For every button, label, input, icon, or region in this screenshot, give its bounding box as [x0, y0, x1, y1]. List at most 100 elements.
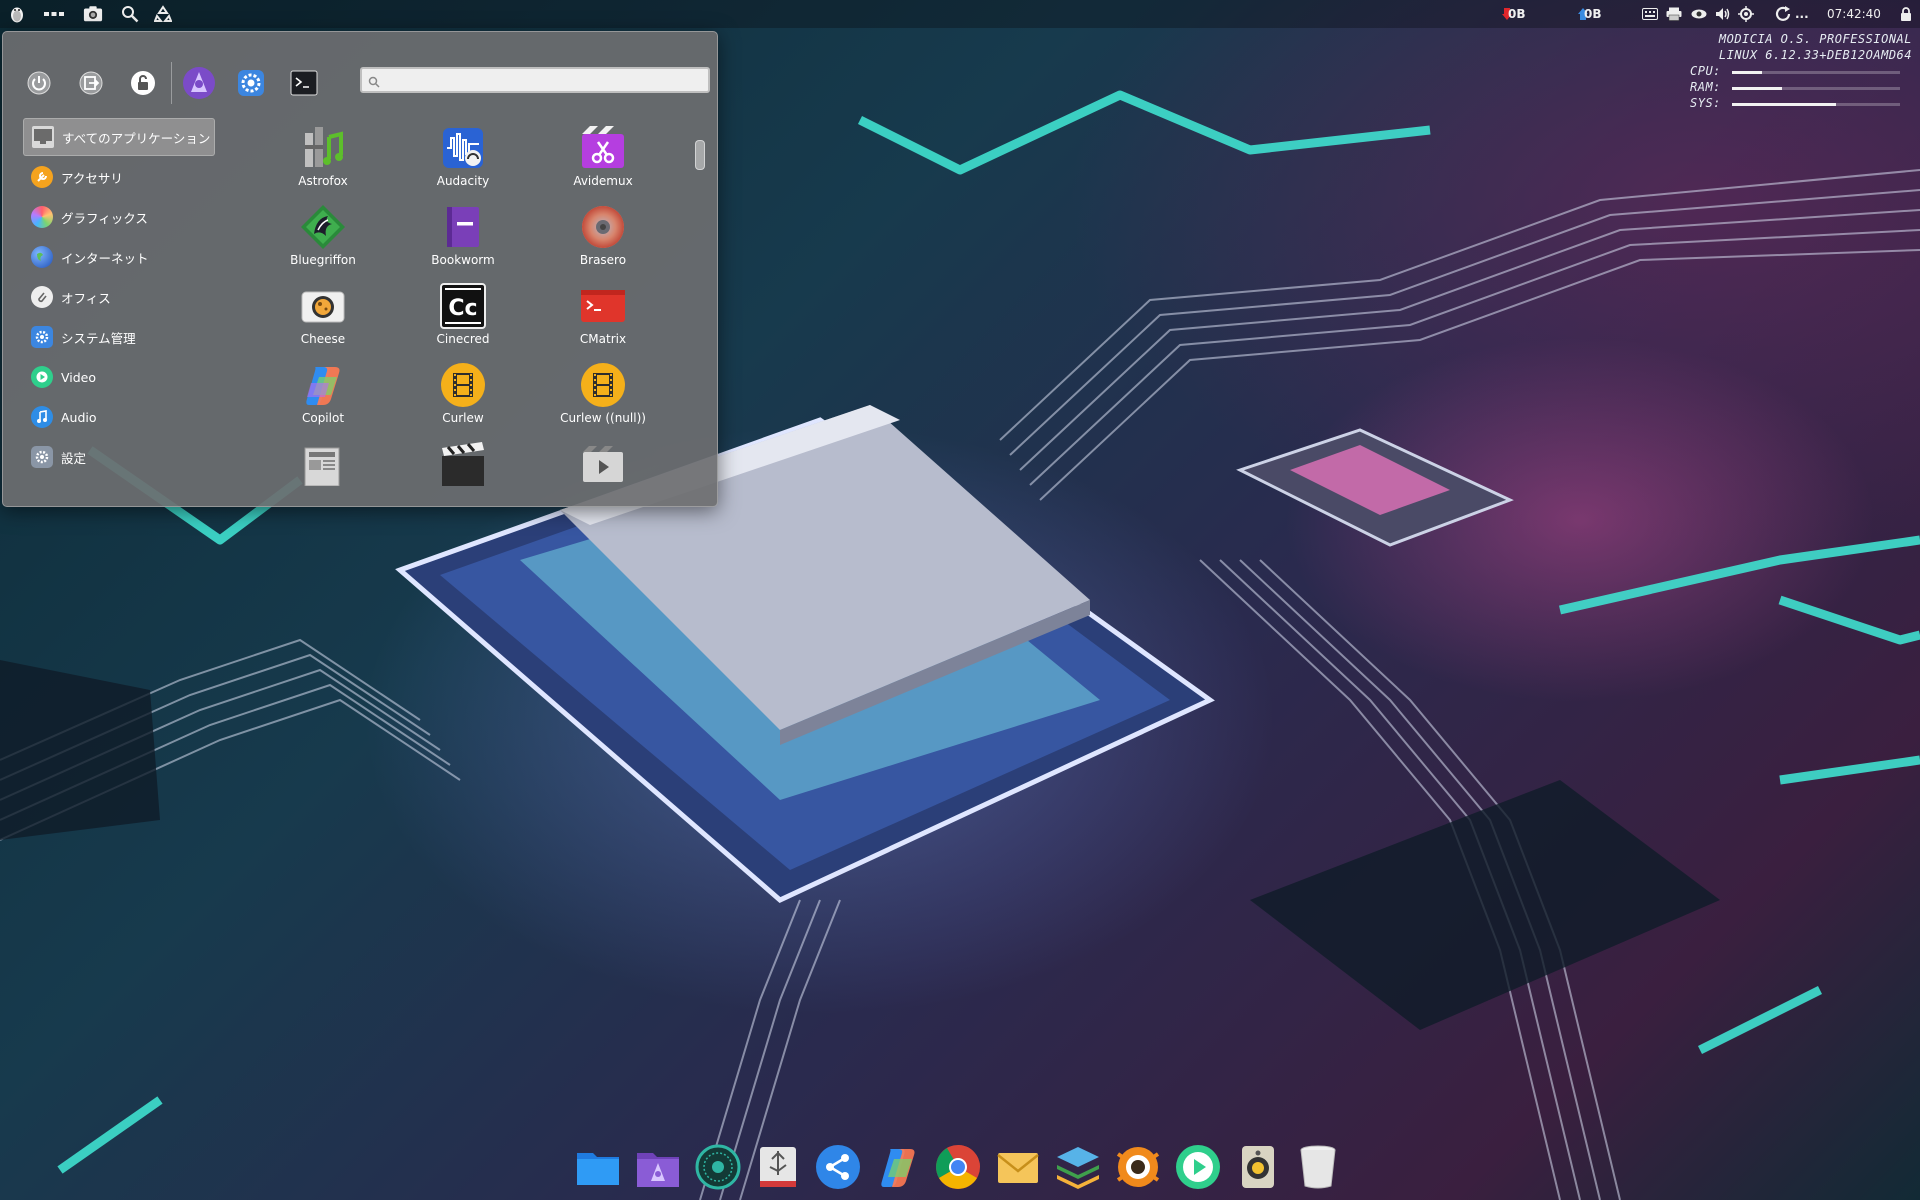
category-label: Video: [61, 369, 97, 385]
net-download-value: 0B: [1508, 7, 1526, 21]
updates-label: ...: [1795, 7, 1809, 21]
app-copilot[interactable]: Copilot: [253, 355, 393, 431]
copilot-icon[interactable]: [873, 1142, 923, 1192]
svg-text:Cc: Cc: [448, 296, 477, 321]
shutdown-button[interactable]: [21, 65, 57, 101]
app-brasero[interactable]: Brasero: [533, 197, 673, 273]
files-folder-icon[interactable]: [573, 1142, 623, 1192]
panel-clock[interactable]: 07:42:40: [1827, 7, 1881, 21]
brasero-icon: [579, 203, 627, 251]
settings-button[interactable]: [233, 65, 269, 101]
scrollbar-thumb[interactable]: [695, 140, 705, 170]
ram-label: RAM:: [1690, 80, 1721, 94]
keyboard-icon[interactable]: [1640, 4, 1660, 24]
app-label: Astrofox: [298, 174, 348, 188]
app-label: Audacity: [436, 174, 490, 188]
os-name: MODICIA O.S. PROFESSIONAL: [1718, 32, 1912, 46]
category-label: オフィス: [61, 290, 111, 306]
linux-penguin-icon[interactable]: [7, 4, 27, 24]
app-bluegriffon[interactable]: Bluegriffon: [253, 197, 393, 273]
search-icon[interactable]: [120, 4, 140, 24]
app-grid-scrollbar[interactable]: [693, 110, 707, 500]
category-internet[interactable]: インターネット: [23, 238, 215, 276]
curlew-null-icon: [579, 361, 627, 409]
audio-note-icon: [31, 406, 53, 428]
speaker-icon[interactable]: [1233, 1142, 1283, 1192]
app-astrofox[interactable]: Astrofox: [253, 118, 393, 194]
mail-icon[interactable]: [993, 1142, 1043, 1192]
category-label: システム管理: [61, 330, 136, 346]
chrome-browser-icon[interactable]: [933, 1142, 983, 1192]
app-label: Cinecred: [436, 332, 490, 346]
settings-icon: [31, 446, 53, 468]
category-audio[interactable]: Audio: [23, 398, 215, 436]
app-label: Bluegriffon: [290, 253, 356, 267]
app-curlew[interactable]: Curlew: [393, 355, 533, 431]
app-label: Avidemux: [573, 174, 633, 188]
share-icon[interactable]: [813, 1142, 863, 1192]
category-video[interactable]: Video: [23, 358, 215, 396]
app-partial-video[interactable]: [533, 434, 673, 506]
curlew-icon: [439, 361, 487, 409]
cpu-stat: CPU:: [1690, 64, 1912, 80]
modicia-home-button[interactable]: [181, 65, 217, 101]
app-cheese[interactable]: Cheese: [253, 276, 393, 352]
terminal-button[interactable]: [286, 65, 322, 101]
kernel-version: LINUX 6.12.33+DEB12OAMD64: [1718, 48, 1912, 62]
system-gear-icon: [31, 326, 53, 348]
search-input[interactable]: [384, 70, 702, 90]
modicia-home-icon[interactable]: [633, 1142, 683, 1192]
video-player-icon: [579, 440, 627, 488]
xnview-icon[interactable]: [1113, 1142, 1163, 1192]
ram-usage-bar: [1732, 87, 1782, 90]
logout-button[interactable]: [73, 65, 109, 101]
sphere-app-icon[interactable]: [693, 1142, 743, 1192]
app-label: Curlew: [442, 411, 484, 425]
app-curlew-null[interactable]: Curlew ((null)): [533, 355, 673, 431]
video-play-icon: [31, 366, 53, 388]
category-label: Audio: [61, 409, 97, 425]
app-cmatrix[interactable]: CMatrix: [533, 276, 673, 352]
app-label: Brasero: [579, 253, 627, 267]
bookworm-icon: [439, 203, 487, 251]
eye-icon[interactable]: [1689, 4, 1709, 24]
screenshot-camera-icon[interactable]: [83, 4, 103, 24]
lock-screen-button[interactable]: [125, 65, 161, 101]
app-cinecred[interactable]: Cc Cinecred: [393, 276, 533, 352]
app-label: Copilot: [301, 411, 345, 425]
category-office[interactable]: オフィス: [23, 278, 215, 316]
cpu-label: CPU:: [1690, 64, 1721, 78]
application-menu: すべてのアプリケーション アクセサリ グラフィックス インターネット オフィス: [2, 31, 718, 507]
usb-writer-icon[interactable]: [753, 1142, 803, 1192]
menu-search-box[interactable]: [360, 67, 710, 93]
category-graphics[interactable]: グラフィックス: [23, 198, 215, 236]
more-dots-icon[interactable]: [44, 4, 64, 24]
category-all-applications[interactable]: すべてのアプリケーション: [23, 118, 215, 156]
category-label: アクセサリ: [61, 170, 123, 186]
sys-stat: SYS:: [1690, 96, 1912, 112]
app-bookworm[interactable]: Bookworm: [393, 197, 533, 273]
app-avidemux[interactable]: Avidemux: [533, 118, 673, 194]
brightness-icon[interactable]: [1736, 4, 1756, 24]
media-player-icon[interactable]: [1173, 1142, 1223, 1192]
update-refresh-icon[interactable]: [1773, 4, 1793, 24]
category-label: 設定: [61, 450, 87, 466]
layers-icon[interactable]: [1053, 1142, 1103, 1192]
volume-icon[interactable]: [1713, 4, 1733, 24]
app-partial-clapper[interactable]: [393, 434, 533, 506]
recycle-icon[interactable]: [153, 4, 173, 24]
cmatrix-icon: [579, 282, 627, 330]
category-accessories[interactable]: アクセサリ: [23, 158, 215, 196]
category-system-admin[interactable]: システム管理: [23, 318, 215, 356]
category-label: グラフィックス: [61, 210, 148, 226]
ram-stat: RAM:: [1690, 80, 1912, 96]
lock-icon[interactable]: [1896, 4, 1916, 24]
trash-icon[interactable]: [1293, 1142, 1343, 1192]
printer-icon[interactable]: [1664, 4, 1684, 24]
category-settings[interactable]: 設定: [23, 438, 215, 476]
newspaper-icon: [299, 440, 347, 488]
sys-usage-bar: [1732, 103, 1836, 106]
app-partial-news[interactable]: [253, 434, 393, 506]
app-audacity[interactable]: Audacity: [393, 118, 533, 194]
application-grid: Astrofox Audacity Avidemux Bluegriffon B…: [253, 118, 693, 506]
